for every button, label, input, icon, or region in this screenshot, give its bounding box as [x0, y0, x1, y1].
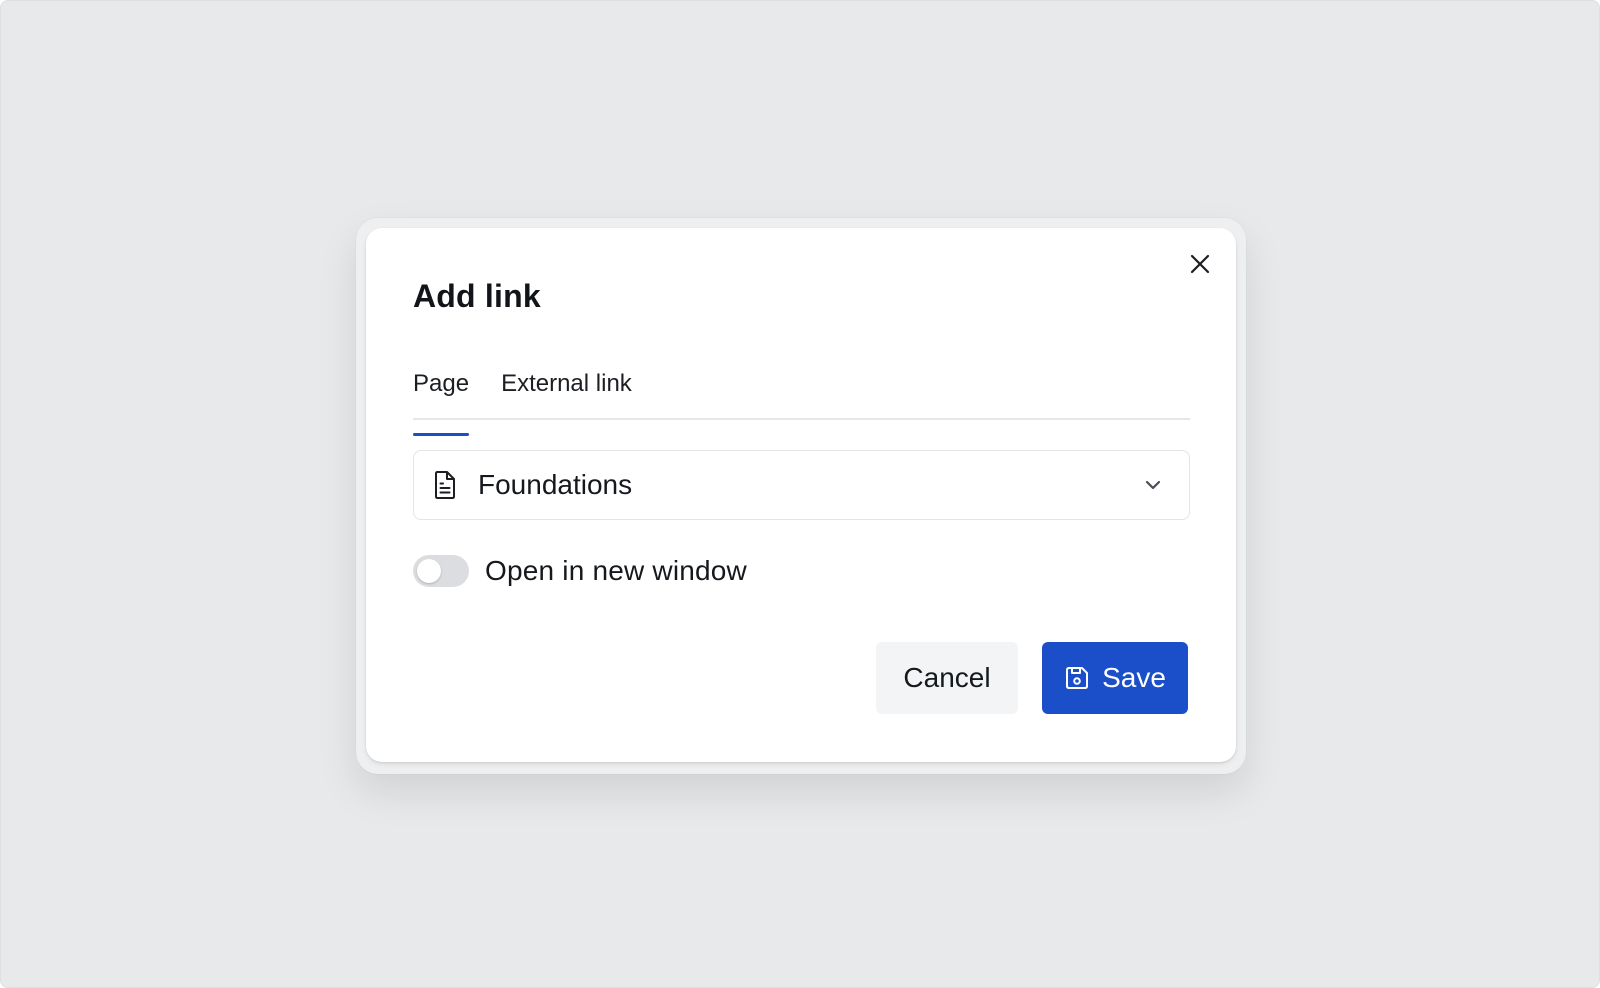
tab-external-link[interactable]: External link	[501, 368, 632, 418]
link-type-tabs: Page External link	[413, 368, 1190, 436]
page-select[interactable]: Foundations	[413, 450, 1190, 520]
cancel-button[interactable]: Cancel	[876, 642, 1018, 714]
add-link-dialog: Add link Page External link Foundations …	[366, 228, 1236, 762]
close-icon	[1190, 254, 1210, 274]
save-button[interactable]: Save	[1042, 642, 1188, 714]
document-icon	[432, 470, 458, 500]
open-new-window-row: Open in new window	[413, 554, 747, 588]
tab-page[interactable]: Page	[413, 368, 470, 436]
open-new-window-toggle[interactable]	[413, 555, 469, 587]
chevron-down-icon	[1143, 475, 1163, 495]
toggle-knob	[417, 559, 441, 583]
page-select-value: Foundations	[478, 469, 633, 500]
dialog-title: Add link	[413, 278, 541, 314]
save-icon	[1064, 665, 1090, 691]
close-button[interactable]	[1182, 246, 1218, 282]
save-button-label: Save	[1102, 662, 1166, 693]
open-new-window-label: Open in new window	[485, 555, 747, 586]
